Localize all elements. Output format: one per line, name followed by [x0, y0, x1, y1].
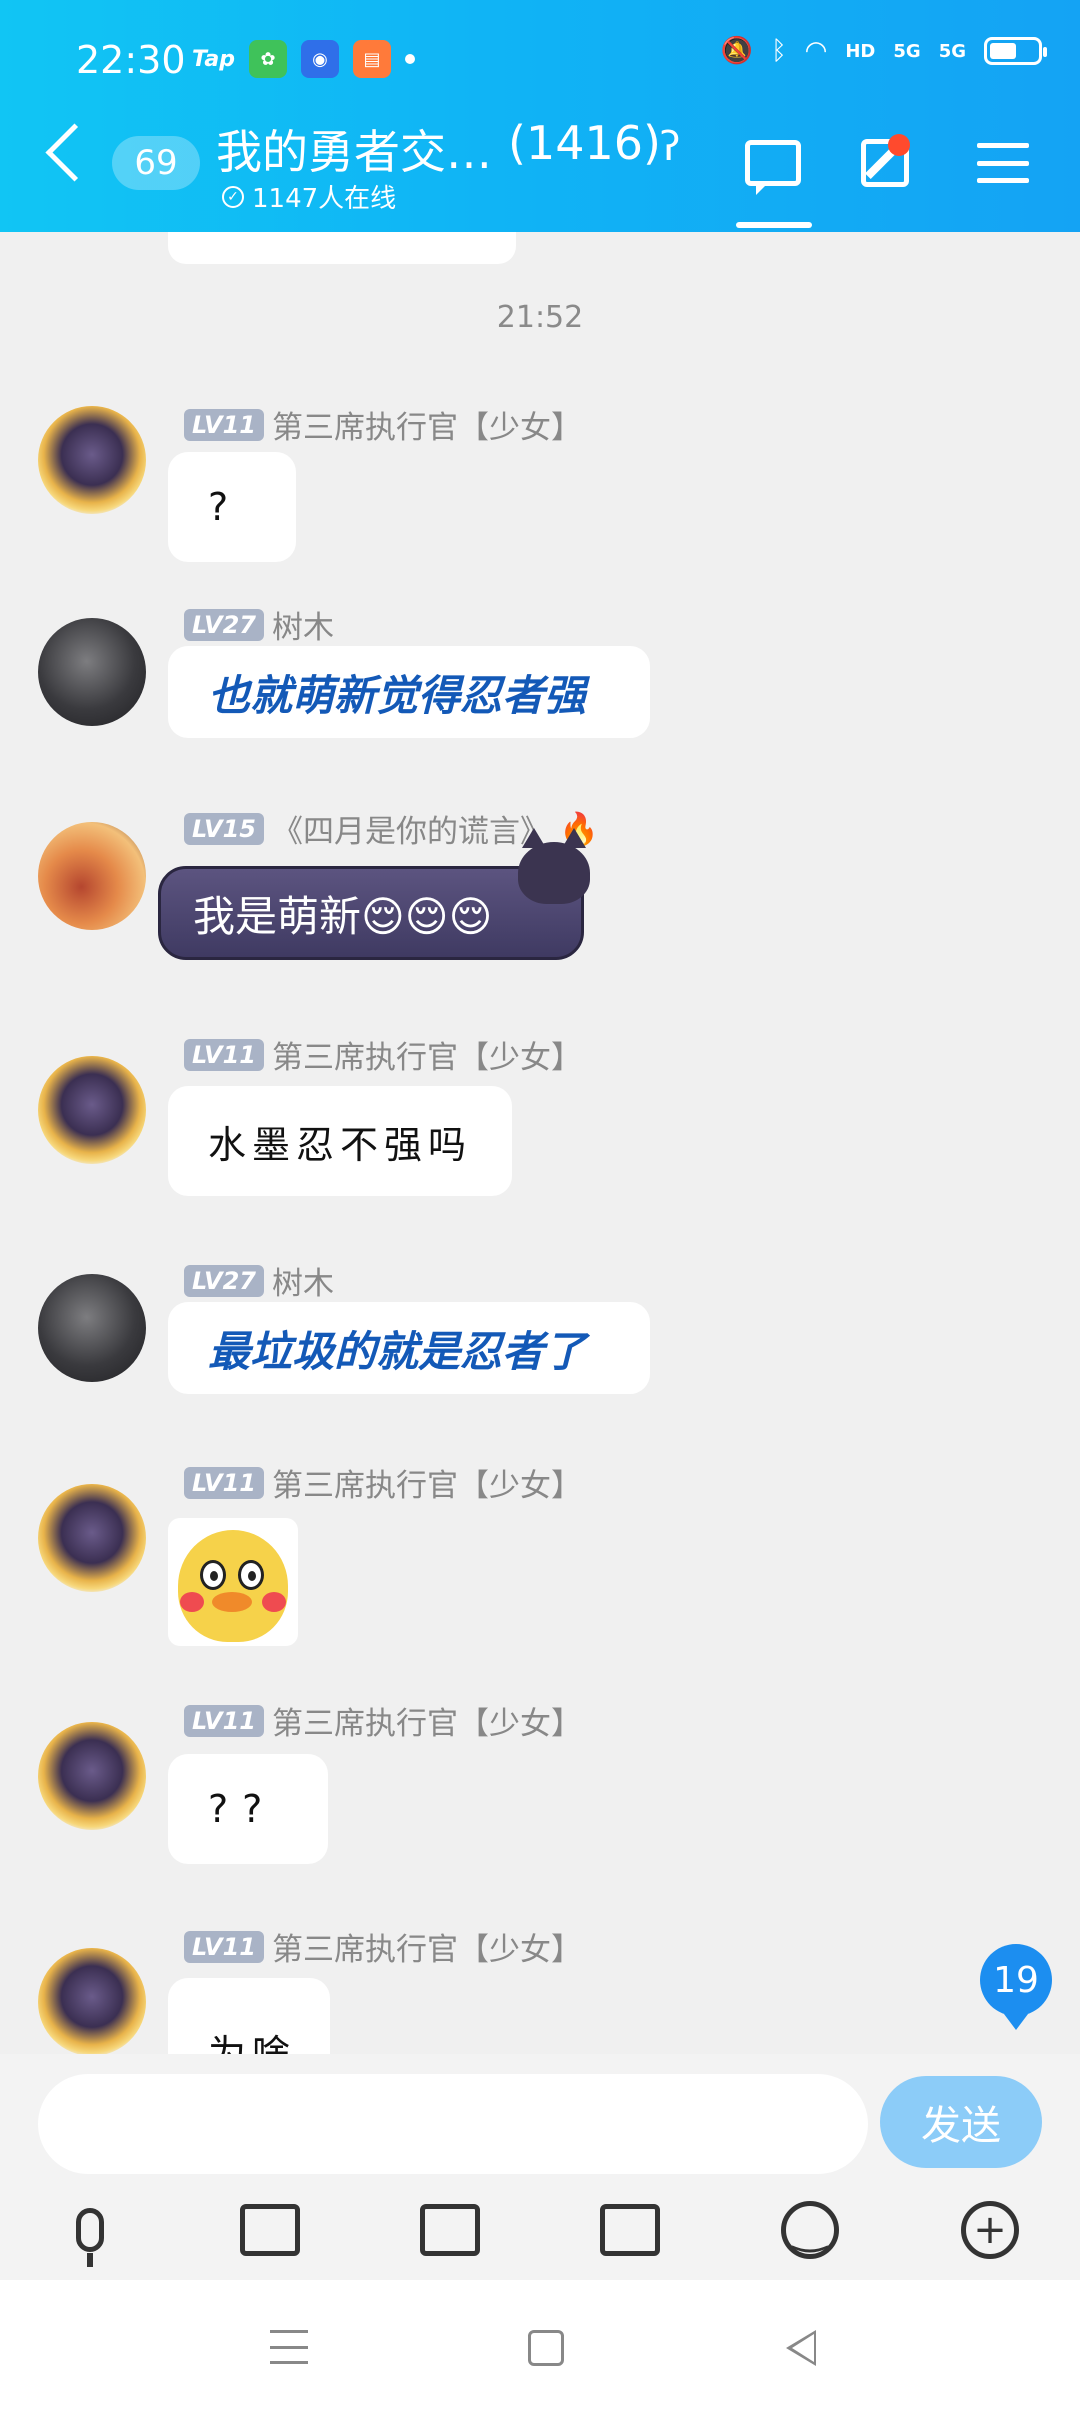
- unread-count-badge[interactable]: 69: [112, 136, 200, 190]
- chat-area[interactable]: 21:52 LV11 第三席执行官【少女】 ? LV27 树木 也就萌新觉得忍者…: [0, 232, 1080, 2054]
- avatar[interactable]: [38, 1722, 146, 1830]
- red-packet-icon: [600, 2204, 660, 2256]
- emoji-button[interactable]: ‿: [774, 2194, 846, 2266]
- message-bubble[interactable]: 为啥: [168, 1978, 330, 2054]
- message-bubble[interactable]: ??: [168, 1754, 328, 1864]
- level-badge: LV27: [184, 608, 264, 641]
- message-input[interactable]: [38, 2074, 868, 2174]
- avatar[interactable]: [38, 822, 146, 930]
- app-green-icon: ✿: [249, 40, 287, 78]
- chat-timestamp: 21:52: [496, 300, 584, 335]
- post-button[interactable]: [850, 128, 920, 198]
- microphone-icon: [76, 2208, 104, 2267]
- edit-icon: [861, 134, 910, 187]
- sender-name[interactable]: 树木: [272, 1258, 334, 1303]
- avatar[interactable]: [38, 1484, 146, 1592]
- message-bubble[interactable]: 水墨忍不强吗: [168, 1086, 512, 1196]
- sender-name[interactable]: 第三席执行官【少女】: [272, 402, 582, 447]
- sender-name[interactable]: 第三席执行官【少女】: [272, 1924, 582, 1969]
- sender-meta: LV11 第三席执行官【少女】: [184, 1460, 582, 1505]
- red-packet-button[interactable]: [594, 2194, 666, 2266]
- avatar[interactable]: [38, 1948, 146, 2054]
- image-button[interactable]: [234, 2194, 306, 2266]
- chat-bubble-icon: [745, 140, 801, 195]
- level-badge: LV11: [184, 1038, 264, 1071]
- avatar[interactable]: [38, 1056, 146, 1164]
- message-bubble[interactable]: 也就萌新觉得忍者强: [168, 646, 650, 738]
- level-badge: LV27: [184, 1264, 264, 1297]
- bluetooth-icon: ᛒ: [771, 36, 787, 66]
- signal-5g-icon-2: 5G: [938, 40, 966, 62]
- taptap-icon: Tap: [192, 46, 235, 72]
- active-tab-indicator: [736, 222, 812, 228]
- sender-name[interactable]: 树木: [272, 602, 334, 647]
- top-bar: 22:30 Tap ✿ ◉ ▤ 🔕 ᛒ ◠ HD 5G 5G 69 我的勇者交……: [0, 0, 1080, 232]
- group-title[interactable]: 我的勇者交…: [216, 116, 492, 182]
- level-badge: LV11: [184, 1930, 264, 1963]
- member-count[interactable]: (1416): [508, 116, 661, 170]
- avatar[interactable]: [38, 406, 146, 514]
- new-messages-badge[interactable]: 19: [980, 1944, 1052, 2030]
- message-bubble[interactable]: 最垃圾的就是忍者了: [168, 1302, 650, 1394]
- sender-meta: LV11 第三席执行官【少女】: [184, 402, 582, 447]
- online-check-icon: ✓: [222, 185, 244, 208]
- home-icon[interactable]: [528, 2330, 564, 2366]
- book-app-icon: ▤: [353, 40, 391, 78]
- sender-meta: LV27 树木: [184, 602, 334, 647]
- wifi-icon: ◠: [804, 36, 828, 66]
- sender-meta: LV11 第三席执行官【少女】: [184, 1924, 582, 1969]
- image-icon: [240, 2204, 300, 2256]
- menu-icon: [977, 143, 1029, 183]
- level-badge: LV11: [184, 1704, 264, 1737]
- input-bar: 发送 ‿ +: [0, 2054, 1080, 2280]
- online-status: ✓ 1147人在线: [222, 178, 396, 215]
- duck-sticker[interactable]: [168, 1518, 298, 1646]
- battery-icon: [984, 37, 1047, 65]
- status-app-icons: Tap ✿ ◉ ▤: [192, 40, 415, 78]
- send-button[interactable]: 发送: [880, 2076, 1042, 2168]
- level-badge: LV11: [184, 408, 264, 441]
- system-nav-bar: [0, 2280, 1080, 2412]
- sender-name[interactable]: 第三席执行官【少女】: [272, 1032, 582, 1077]
- smiley-icon: ‿: [781, 2201, 839, 2259]
- sender-meta: LV11 第三席执行官【少女】: [184, 1698, 582, 1743]
- plus-icon: +: [961, 2201, 1019, 2259]
- input-toolbar: ‿ +: [0, 2194, 1080, 2274]
- status-bar: 22:30 Tap ✿ ◉ ▤ 🔕 ᛒ ◠ HD 5G 5G: [0, 0, 1080, 120]
- more-button[interactable]: +: [954, 2194, 1026, 2266]
- camera-icon: [420, 2204, 480, 2256]
- signal-5g-icon: 5G: [893, 40, 921, 62]
- camera-button[interactable]: [414, 2194, 486, 2266]
- cat-decoration-icon: [518, 828, 590, 904]
- sender-meta: LV27 树木: [184, 1258, 334, 1303]
- hd-icon: HD: [845, 40, 876, 62]
- avatar[interactable]: [38, 1274, 146, 1382]
- back-nav-icon[interactable]: [786, 2330, 816, 2366]
- recent-apps-icon[interactable]: [270, 2330, 308, 2364]
- avatar[interactable]: [38, 618, 146, 726]
- ear-icon[interactable]: ʔ: [660, 124, 680, 170]
- status-system-icons: 🔕 ᛒ ◠ HD 5G 5G: [720, 36, 1047, 66]
- sender-name[interactable]: 第三席执行官【少女】: [272, 1460, 582, 1505]
- status-time: 22:30: [76, 38, 186, 82]
- voice-button[interactable]: [54, 2194, 126, 2267]
- online-count-text: 1147人在线: [252, 184, 397, 214]
- level-badge: LV15: [184, 812, 264, 845]
- menu-button[interactable]: [968, 128, 1038, 198]
- chat-tab-button[interactable]: [738, 128, 808, 198]
- notification-dot: [888, 134, 910, 156]
- level-badge: LV11: [184, 1466, 264, 1499]
- baidu-icon: ◉: [301, 40, 339, 78]
- previous-message-bubble: [168, 232, 516, 264]
- sender-name[interactable]: 第三席执行官【少女】: [272, 1698, 582, 1743]
- more-notifications-dot: [405, 54, 415, 64]
- sender-name[interactable]: 《四月是你的谎言》: [272, 806, 551, 851]
- sender-meta: LV11 第三席执行官【少女】: [184, 1032, 582, 1077]
- back-arrow-icon[interactable]: [45, 123, 104, 182]
- mute-bell-icon: 🔕: [720, 36, 754, 66]
- duck-sticker-icon: [178, 1530, 288, 1642]
- message-bubble[interactable]: ?: [168, 452, 296, 562]
